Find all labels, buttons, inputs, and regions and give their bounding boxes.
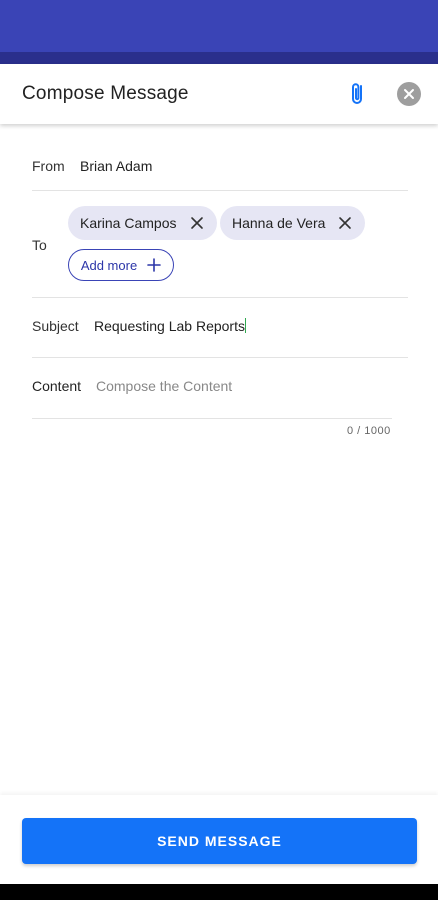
close-icon [190,217,203,229]
close-icon [404,89,414,99]
divider [32,297,408,298]
from-label: From [32,158,65,174]
text-cursor [245,318,246,333]
subject-label: Subject [32,318,79,334]
divider [32,190,408,191]
navigation-bar [0,884,438,900]
recipient-chip: Hanna de Vera [220,206,366,240]
close-button[interactable] [397,82,421,106]
close-icon [339,217,352,229]
content-input[interactable]: Compose the Content [96,378,232,394]
recipient-name: Karina Campos [80,215,177,231]
remove-recipient-button[interactable] [189,215,205,231]
app-bar-strip [0,52,438,64]
subject-input[interactable]: Requesting Lab Reports [94,318,246,334]
add-more-button[interactable]: Add more [68,249,174,281]
attach-button[interactable] [346,80,370,108]
page-title: Compose Message [22,83,189,104]
add-more-label: Add more [80,257,138,273]
recipient-chip: Karina Campos [68,206,217,240]
content-underline [32,418,392,419]
send-message-button[interactable]: SEND MESSAGE [22,818,417,864]
to-label: To [32,237,47,253]
status-bar [0,0,438,52]
content-label: Content [32,378,82,394]
divider [32,357,408,358]
compose-header: Compose Message [0,64,438,124]
character-counter: 0 / 1000 [347,425,391,437]
paperclip-icon [352,83,362,104]
recipient-name: Hanna de Vera [232,215,326,231]
from-value: Brian Adam [80,158,153,174]
subject-value: Requesting Lab Reports [94,318,245,334]
plus-icon [147,258,161,272]
remove-recipient-button[interactable] [337,215,353,231]
